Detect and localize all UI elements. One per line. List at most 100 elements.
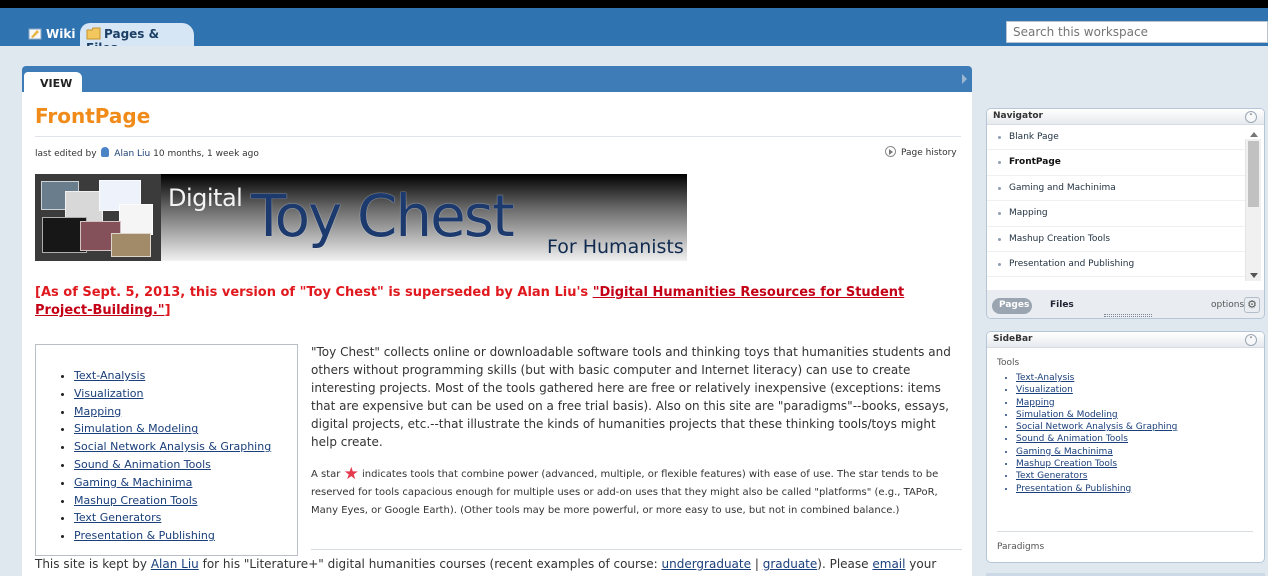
navigator-page-list: Blank Page FrontPage Gaming and Machinim…: [987, 125, 1245, 295]
sidebar-social-network-link[interactable]: Social Network Analysis & Graphing: [1016, 422, 1177, 432]
tab-wiki-label: Wiki: [46, 27, 76, 41]
panel-header-arrow-icon: [962, 74, 967, 84]
editor-link[interactable]: Alan Liu: [114, 149, 150, 159]
topic-presentation-publishing-link[interactable]: Presentation & Publishing: [74, 529, 215, 542]
sidebar-tool-item: Visualization: [1016, 384, 1262, 396]
tab-wiki[interactable]: Wiki: [22, 23, 78, 46]
banner-title-text: Toy Chest: [251, 182, 515, 250]
navigator-item-blank-page[interactable]: Blank Page: [987, 125, 1245, 151]
edit-time: 10 months, 1 week ago: [153, 149, 259, 159]
title-divider: [35, 136, 961, 137]
search-input[interactable]: [1006, 21, 1268, 43]
navigator-item-frontpage[interactable]: FrontPage: [987, 150, 1245, 176]
collage-tile: [111, 233, 151, 257]
navigator-item-mapping[interactable]: Mapping: [987, 201, 1245, 227]
topic-list-item: Text Generators: [74, 509, 294, 527]
topic-text-generators-link[interactable]: Text Generators: [74, 511, 161, 524]
scroll-down-icon[interactable]: [1250, 273, 1258, 278]
tab-view[interactable]: VIEW: [24, 72, 82, 94]
resize-grip[interactable]: [1104, 314, 1152, 317]
page-history-link[interactable]: Page history: [885, 146, 957, 158]
navigator-title: Navigator: [993, 111, 1043, 121]
course-separator: |: [754, 557, 759, 571]
sidebar-tool-item: Social Network Analysis & Graphing: [1016, 421, 1262, 433]
sidebar-tool-item: Text Generators: [1016, 470, 1262, 482]
sidebar-sound-animation-link[interactable]: Sound & Animation Tools: [1016, 434, 1128, 444]
superseded-notice: [As of Sept. 5, 2013, this version of "T…: [35, 284, 950, 320]
sidebar-gaming-link[interactable]: Gaming & Machinima: [1016, 447, 1113, 457]
notice-prefix: [As of Sept. 5, 2013, this version of "T…: [35, 285, 593, 300]
banner-subtitle-text: For Humanists: [547, 236, 684, 258]
tab-pages-files[interactable]: Pages & Files: [80, 23, 194, 55]
scroll-thumb[interactable]: [1248, 141, 1259, 207]
topic-gaming-machinima-link[interactable]: Gaming & Machinima: [74, 476, 192, 489]
sidebar-panel: SideBar ˄ Tools Text-Analysis Visualizat…: [986, 331, 1265, 563]
star-before-text: A star: [311, 469, 341, 480]
sidebar-tool-item: Sound & Animation Tools: [1016, 433, 1262, 445]
topic-simulation-modeling-link[interactable]: Simulation & Modeling: [74, 422, 198, 435]
navigator-footer: Pages Files options ⚙: [987, 290, 1264, 318]
main-panel-header: [22, 66, 972, 92]
toy-chest-description: "Toy Chest" collects online or downloada…: [311, 345, 951, 449]
files-tab[interactable]: Files: [1050, 300, 1074, 310]
sidebar-tool-item: Simulation & Modeling: [1016, 409, 1262, 421]
sidebar-divider: [997, 531, 1253, 532]
sidebar-presentation-link[interactable]: Presentation & Publishing: [1016, 484, 1131, 494]
graduate-course-link[interactable]: graduate: [763, 557, 818, 571]
sidebar-mapping-link[interactable]: Mapping: [1016, 398, 1055, 408]
toy-chest-banner: Digital Toy Chest For Humanists: [35, 174, 687, 261]
sidebar-title: SideBar: [993, 334, 1033, 344]
star-explanation: A star ★ indicates tools that combine po…: [311, 466, 962, 520]
footer-end: your: [909, 557, 937, 571]
alan-liu-link[interactable]: Alan Liu: [151, 557, 199, 571]
banner-collage: [35, 174, 161, 261]
navigator-item-gaming-machinima[interactable]: Gaming and Machinima: [987, 176, 1245, 202]
sidebar-mashup-link[interactable]: Mashup Creation Tools: [1016, 459, 1117, 469]
topic-social-network-link[interactable]: Social Network Analysis & Graphing: [74, 440, 271, 453]
page-title: FrontPage: [35, 104, 151, 128]
sidebar-simulation-link[interactable]: Simulation & Modeling: [1016, 410, 1118, 420]
page-meta: last edited by Alan Liu 10 months, 1 wee…: [35, 147, 259, 159]
navigator-scrollbar[interactable]: [1245, 132, 1261, 281]
collapse-navigator-icon[interactable]: ˄: [1245, 111, 1257, 123]
options-label[interactable]: options: [1211, 300, 1244, 310]
topic-visualization-link[interactable]: Visualization: [74, 387, 143, 400]
sidebar-text-generators-link[interactable]: Text Generators: [1016, 471, 1087, 481]
meta-prefix: last edited by: [35, 149, 97, 159]
pages-tab[interactable]: Pages: [992, 298, 1032, 314]
topic-list-item: Simulation & Modeling: [74, 420, 294, 438]
topic-list-item: Gaming & Machinima: [74, 474, 294, 492]
navigator-item-mashup-tools[interactable]: Mashup Creation Tools: [987, 227, 1245, 252]
wiki-edit-icon: [28, 27, 43, 40]
topic-mashup-tools-link[interactable]: Mashup Creation Tools: [74, 494, 198, 507]
navigator-panel: Navigator ˄ Blank Page FrontPage Gaming …: [986, 108, 1265, 319]
gear-icon[interactable]: ⚙: [1244, 297, 1260, 313]
sidebar-tool-item: Mapping: [1016, 397, 1262, 409]
footer-middle: for his "Literature+" digital humanities…: [202, 557, 658, 571]
sidebar-visualization-link[interactable]: Visualization: [1016, 385, 1073, 395]
topic-mapping-link[interactable]: Mapping: [74, 405, 121, 418]
topic-list: Text-Analysis Visualization Mapping Simu…: [74, 367, 294, 545]
collage-tile: [119, 204, 153, 235]
topic-list-box: Text-Analysis Visualization Mapping Simu…: [35, 344, 298, 556]
navigator-item-presentation-publishing[interactable]: Presentation and Publishing: [987, 252, 1245, 278]
scroll-up-icon[interactable]: [1250, 132, 1258, 137]
notice-suffix: ]: [164, 303, 171, 318]
topic-list-item: Sound & Animation Tools: [74, 456, 294, 474]
banner-digital-text: Digital: [168, 184, 243, 212]
top-black-strip: [0, 0, 1268, 8]
topic-list-item: Social Network Analysis & Graphing: [74, 438, 294, 456]
email-link[interactable]: email: [872, 557, 905, 571]
topic-sound-animation-link[interactable]: Sound & Animation Tools: [74, 458, 211, 471]
topic-list-item: Text-Analysis: [74, 367, 294, 385]
footer-start: This site is kept by: [35, 557, 147, 571]
topic-list-item: Visualization: [74, 385, 294, 403]
paradigms-label: Paradigms: [997, 542, 1045, 552]
user-icon: [101, 147, 110, 157]
site-maintainer-text: This site is kept by Alan Liu for his "L…: [35, 557, 965, 571]
topic-text-analysis-link[interactable]: Text-Analysis: [74, 369, 145, 382]
sidebar-text-analysis-link[interactable]: Text-Analysis: [1016, 373, 1074, 383]
main-page-panel: FrontPage last edited by Alan Liu 10 mon…: [22, 92, 972, 576]
collapse-sidebar-icon[interactable]: ˄: [1245, 334, 1257, 346]
undergraduate-course-link[interactable]: undergraduate: [661, 557, 751, 571]
